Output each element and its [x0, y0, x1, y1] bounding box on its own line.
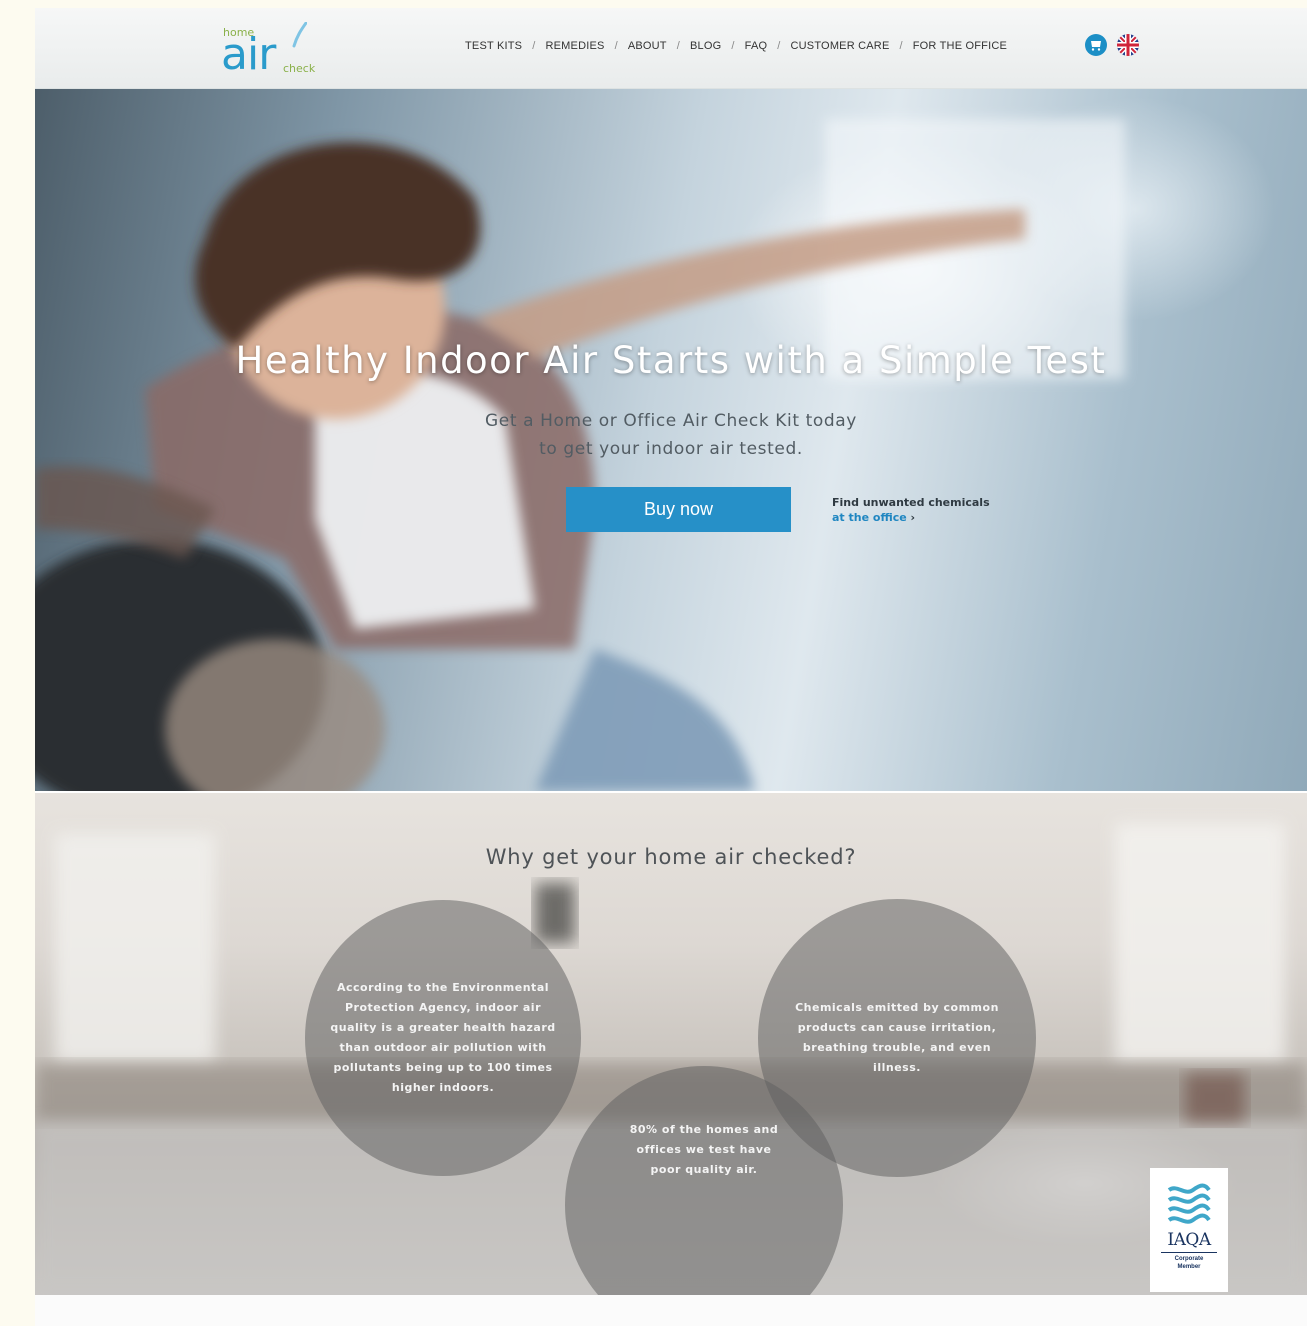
- footer-strip: [35, 1295, 1307, 1326]
- main-nav: TEST KITS / REMEDIES / ABOUT / BLOG / FA…: [465, 40, 1007, 52]
- nav-separator: /: [676, 40, 680, 52]
- nav-separator: /: [532, 40, 536, 52]
- iaqa-line-2: Member: [1177, 1264, 1201, 1270]
- iaqa-waves-icon: [1167, 1183, 1211, 1224]
- hero-section: Healthy Indoor Air Starts with a Simple …: [35, 89, 1307, 791]
- uk-flag-icon[interactable]: [1117, 34, 1139, 56]
- chevron-right-icon[interactable]: ›: [911, 511, 916, 524]
- site-header: home air check TEST KITS / REMEDIES / AB…: [35, 8, 1307, 89]
- why-title: Why get your home air checked?: [485, 845, 857, 869]
- hero-subtitle: Get a Home or Office Air Check Kit today…: [35, 407, 1307, 463]
- shopping-cart-icon[interactable]: [1085, 34, 1107, 56]
- buy-now-button[interactable]: Buy now: [566, 487, 791, 532]
- nav-separator: /: [899, 40, 903, 52]
- office-chemicals-link[interactable]: at the office: [832, 511, 907, 524]
- hero-title: Healthy Indoor Air Starts with a Simple …: [235, 339, 1107, 382]
- nav-item-test-kits[interactable]: TEST KITS: [465, 40, 522, 52]
- why-section: Why get your home air checked? According…: [35, 793, 1307, 1295]
- fact-circle-epa: According to the Environmental Protectio…: [305, 900, 581, 1176]
- nav-item-for-the-office[interactable]: FOR THE OFFICE: [913, 40, 1007, 52]
- iaqa-divider: [1161, 1252, 1217, 1253]
- hero-subtitle-line-1: Get a Home or Office Air Check Kit today: [485, 411, 857, 431]
- iaqa-badge[interactable]: IAQA Corporate Member: [1150, 1168, 1228, 1292]
- nav-item-faq[interactable]: FAQ: [745, 40, 768, 52]
- nav-item-remedies[interactable]: REMEDIES: [546, 40, 605, 52]
- iaqa-line-1: Corporate: [1174, 1256, 1204, 1262]
- site-logo[interactable]: home air check: [221, 18, 331, 82]
- nav-item-about[interactable]: ABOUT: [628, 40, 667, 52]
- nav-separator: /: [731, 40, 735, 52]
- iaqa-name: IAQA: [1167, 1230, 1211, 1250]
- hero-subtitle-line-2: to get your indoor air tested.: [539, 439, 803, 459]
- logo-word-check: check: [283, 62, 316, 75]
- nav-item-customer-care[interactable]: CUSTOMER CARE: [791, 40, 890, 52]
- logo-word-air: air: [221, 29, 276, 80]
- nav-separator: /: [614, 40, 618, 52]
- office-chemicals-text: Find unwanted chemicals: [832, 496, 990, 509]
- office-chemicals-promo: Find unwanted chemicals at the office ›: [832, 495, 990, 525]
- logo-swoosh-icon: [292, 22, 307, 48]
- nav-separator: /: [777, 40, 781, 52]
- page: home air check TEST KITS / REMEDIES / AB…: [35, 8, 1307, 1326]
- nav-item-blog[interactable]: BLOG: [690, 40, 721, 52]
